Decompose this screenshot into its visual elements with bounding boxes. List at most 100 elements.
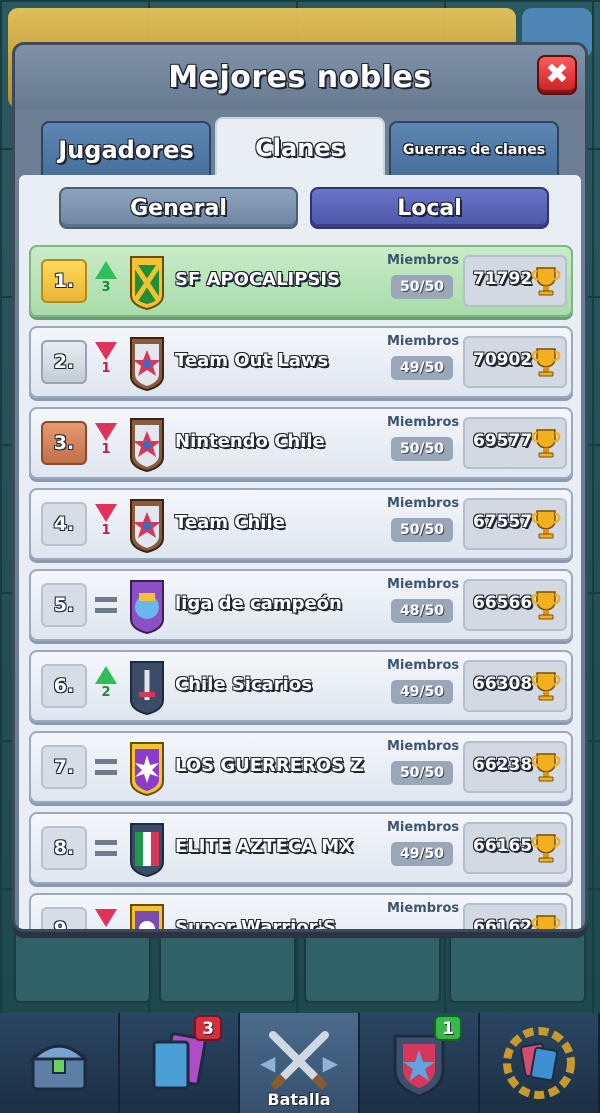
trophy-icon	[531, 670, 561, 702]
scope-toggle: General Local	[59, 187, 549, 229]
arrow-down-icon	[95, 504, 117, 522]
clan-name: Nintendo Chile	[175, 431, 325, 452]
trophy-icon	[531, 427, 561, 459]
trophy-box: 66162	[463, 903, 567, 932]
trophy-count: 70902	[473, 350, 533, 370]
arrow-left-icon[interactable]: ◀	[260, 1051, 275, 1075]
local-button[interactable]: Local	[310, 187, 549, 229]
burst-badge	[125, 737, 169, 797]
cards-badge: 3	[194, 1015, 222, 1041]
rank-trend-down-icon: 1	[93, 504, 119, 548]
members-label: Miembros	[387, 739, 460, 754]
clan-row[interactable]: 7. LOS GUERREROS Z Miembros 50/50 66238	[29, 731, 573, 803]
trophy-count: 66165	[473, 836, 533, 856]
nav-clan[interactable]: 1	[360, 1013, 480, 1113]
rank-badge: 4.	[41, 502, 87, 546]
arrow-right-icon[interactable]: ▶	[323, 1051, 338, 1075]
clan-row[interactable]: 9. Super Warrior'S Miembros 66162	[29, 893, 573, 932]
rank-badge: 8.	[41, 826, 87, 870]
clan-name: LOS GUERREROS Z	[175, 755, 364, 776]
trophy-icon	[531, 265, 561, 297]
trophy-icon	[531, 751, 561, 783]
members-label: Miembros	[387, 415, 460, 430]
rank-badge: 5.	[41, 583, 87, 627]
battle-label: Batalla	[267, 1090, 331, 1109]
clan-row[interactable]: 4. 1 Team Chile Miembros 50/50 67557	[29, 488, 573, 560]
bottom-nav: 3 ◀ ▶ Batalla 1	[0, 1013, 600, 1113]
trophy-box: 66308	[463, 660, 567, 712]
members-count: 50/50	[391, 437, 453, 461]
jamaica-flag-badge	[125, 251, 169, 311]
tab-clans[interactable]: Clanes	[215, 117, 385, 177]
clan-row[interactable]: 5. liga de campeón Miembros 48/50 66566	[29, 569, 573, 641]
nav-cards[interactable]: 3	[120, 1013, 240, 1113]
trophy-count: 71792	[473, 269, 533, 289]
members-count: 49/50	[391, 680, 453, 704]
nav-battle[interactable]: ◀ ▶ Batalla	[240, 1013, 360, 1113]
rank-badge: 6.	[41, 664, 87, 708]
tab-clan-wars[interactable]: Guerras de clanes	[389, 121, 559, 177]
trophy-count: 66162	[473, 917, 533, 932]
italy-flag-badge	[125, 818, 169, 878]
background-tile	[159, 925, 296, 1003]
chest-icon	[29, 1044, 89, 1091]
clan-row[interactable]: 3. 1 Nintendo Chile Miembros 50/50 69577	[29, 407, 573, 479]
trend-value: 1	[101, 523, 111, 538]
members-label: Miembros	[387, 496, 460, 511]
trend-value: 2	[101, 685, 111, 700]
rank-trend-up-icon: 2	[93, 666, 119, 710]
clan-row[interactable]: 6. 2 Chile Sicarios Miembros 49/50 66308	[29, 650, 573, 722]
members-label: Miembros	[387, 334, 460, 349]
close-button[interactable]: ✖	[537, 55, 577, 95]
members-label: Miembros	[387, 253, 460, 268]
rank-trend-up-icon: 3	[93, 261, 119, 305]
rank-badge: 2.	[41, 340, 87, 384]
arrow-down-icon	[95, 423, 117, 441]
nav-tournaments[interactable]	[480, 1013, 600, 1113]
arrow-down-icon	[95, 342, 117, 360]
trophy-icon	[531, 508, 561, 540]
members-count: 50/50	[391, 275, 453, 299]
rank-trend-equal-icon	[93, 585, 119, 629]
trophy-box: 67557	[463, 498, 567, 550]
rank-trend-down-icon: 1	[93, 342, 119, 386]
trophy-box: 71792	[463, 255, 567, 307]
trophy-box: 66165	[463, 822, 567, 874]
members-count: 48/50	[391, 599, 453, 623]
trophy-box: 70902	[463, 336, 567, 388]
general-button[interactable]: General	[59, 187, 298, 229]
tab-bar: Jugadores Clanes Guerras de clanes	[41, 117, 559, 177]
rank-badge: 1.	[41, 259, 87, 303]
members-count: 50/50	[391, 761, 453, 785]
clan-list[interactable]: 1. 3 SF APOCALIPSIS Miembros 50/50 71792 2. 1 Te…	[29, 239, 575, 932]
members-label: Miembros	[387, 658, 460, 673]
rank-trend-equal-icon	[93, 747, 119, 791]
tab-players[interactable]: Jugadores	[41, 121, 211, 177]
rank-trend-equal-icon	[93, 828, 119, 872]
background-tile	[14, 925, 151, 1003]
clan-name: liga de campeón	[175, 593, 342, 614]
trophy-icon	[531, 913, 561, 929]
trophy-count: 66566	[473, 593, 533, 613]
clan-name: Team Out Laws	[175, 350, 329, 371]
arrow-up-icon	[95, 666, 117, 684]
modal-title: Mejores nobles	[168, 59, 432, 95]
trophy-icon	[531, 346, 561, 378]
trophy-box: 66566	[463, 579, 567, 631]
clan-row[interactable]: 1. 3 SF APOCALIPSIS Miembros 50/50 71792	[29, 245, 573, 317]
trophy-count: 66238	[473, 755, 533, 775]
trend-value: 1	[101, 361, 111, 376]
trophy-icon	[531, 589, 561, 621]
clan-badge: 1	[434, 1015, 462, 1041]
star-shield-badge	[125, 494, 169, 554]
clan-row[interactable]: 2. 1 Team Out Laws Miembros 49/50 70902	[29, 326, 573, 398]
clan-row[interactable]: 8. ELITE AZTECA MX Miembros 49/50 66165	[29, 812, 573, 884]
trend-value: 3	[101, 280, 111, 295]
trophy-count: 66308	[473, 674, 533, 694]
arrow-down-icon	[95, 909, 117, 927]
equal-icon	[95, 840, 117, 856]
leaderboard-panel: General Local 1. 3 SF APOCALIPSIS Miembros 5…	[19, 175, 581, 932]
nav-shop[interactable]	[0, 1013, 120, 1113]
trophy-icon	[531, 832, 561, 864]
arrow-up-icon	[95, 261, 117, 279]
